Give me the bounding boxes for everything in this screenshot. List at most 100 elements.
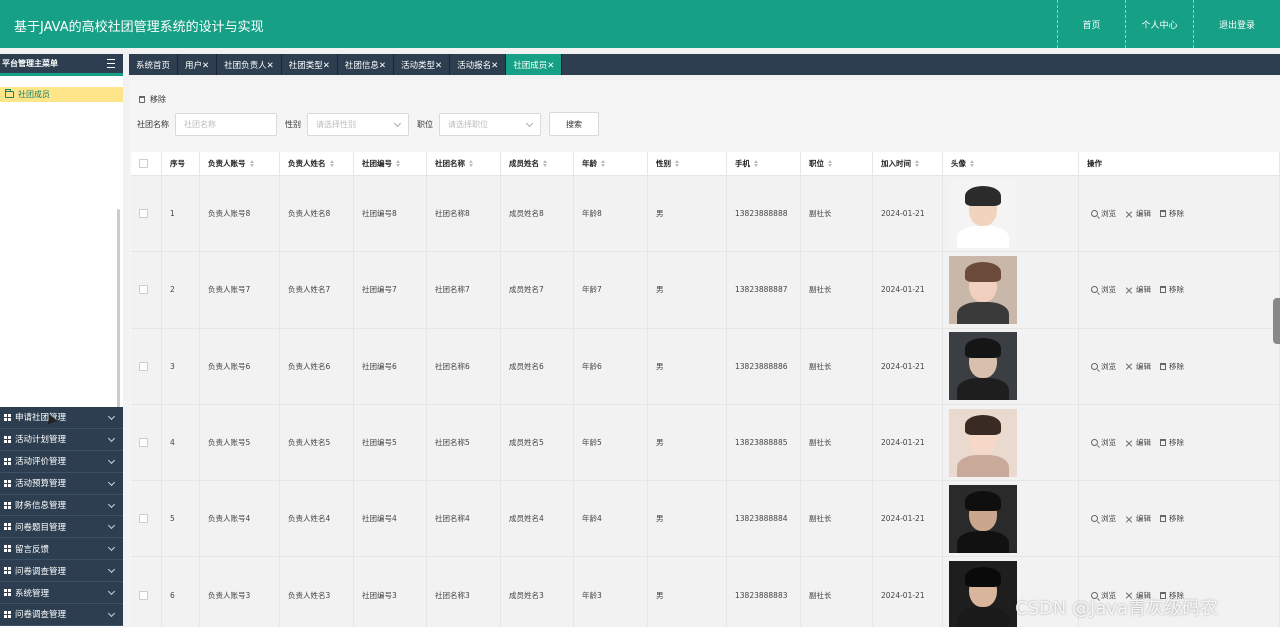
sort-icon[interactable] <box>915 160 920 167</box>
sidebar: 平台管理主菜单 社团成员 申请社团管理 活动计划管理 活动评价管理 活动预算管理 财务信… <box>0 54 123 627</box>
table-cell: 负责人姓名5 <box>280 404 354 481</box>
sort-icon[interactable] <box>754 160 759 167</box>
sidebar-menu-item[interactable]: 活动计划管理 <box>0 428 123 451</box>
row-checkbox[interactable] <box>139 590 148 600</box>
tab-item[interactable]: 系统首页 <box>129 54 179 75</box>
view-button[interactable]: 浏览 <box>1091 208 1116 219</box>
table-row: 4 负责人账号5 负责人姓名5 社团编号5 社团名称5 成员姓名5 年龄5 男 13823888… <box>131 404 1280 482</box>
column-header[interactable]: 手机 <box>727 152 801 175</box>
table-cell: 年龄3 <box>574 557 648 627</box>
edit-button[interactable]: 编辑 <box>1125 208 1151 219</box>
column-header[interactable]: 成员姓名 <box>501 152 574 175</box>
menu-toggle-icon[interactable] <box>104 59 115 68</box>
nav-logout[interactable]: 退出登录 <box>1193 0 1280 48</box>
tab-item[interactable]: 社团信息✕ <box>338 54 395 75</box>
column-header[interactable]: 加入时间 <box>873 152 943 175</box>
row-actions: 浏览 编辑 移除 <box>1079 252 1280 328</box>
row-select-cell <box>131 252 162 328</box>
gender-select[interactable]: 请选择性别 <box>307 112 409 136</box>
column-header[interactable]: 社团名称 <box>427 152 501 175</box>
row-checkbox[interactable] <box>139 438 148 448</box>
sidebar-menu-item[interactable]: 申请社团管理 <box>0 407 123 429</box>
column-header-label: 加入时间 <box>881 159 911 168</box>
tab-item[interactable]: 社团成员✕ <box>506 54 563 75</box>
table-cell: 社团编号6 <box>354 328 427 404</box>
column-header[interactable]: 头像 <box>943 152 1079 175</box>
position-select[interactable]: 请选择职位 <box>439 112 541 136</box>
delete-label: 移除 <box>1169 514 1184 524</box>
sidebar-scrollbar[interactable] <box>117 209 120 414</box>
row-checkbox[interactable] <box>139 361 148 371</box>
tab-item[interactable]: 社团类型✕ <box>282 54 338 75</box>
delete-button[interactable]: 移除 <box>1160 437 1184 448</box>
sidebar-menu-item[interactable]: 留言反馈 <box>0 538 123 561</box>
nav-profile[interactable]: 个人中心 <box>1125 0 1193 48</box>
column-header[interactable]: 性别 <box>648 152 727 175</box>
column-header-label: 社团编号 <box>362 159 392 168</box>
table-cell: 副社长 <box>801 328 873 404</box>
table-cell: 副社长 <box>801 404 873 481</box>
row-checkbox[interactable] <box>139 209 148 219</box>
view-button[interactable]: 浏览 <box>1091 284 1116 295</box>
sort-icon[interactable] <box>828 160 833 167</box>
sort-icon[interactable] <box>675 160 680 167</box>
sort-icon[interactable] <box>601 160 606 167</box>
delete-button[interactable]: 移除 <box>1160 208 1184 219</box>
column-header[interactable]: 负责人姓名 <box>280 152 354 175</box>
tab-item[interactable]: 活动报名✕ <box>450 54 507 75</box>
sidebar-menu-item[interactable]: 问卷调查管理 <box>0 560 123 583</box>
column-header-label: 性别 <box>656 159 671 168</box>
select-all-checkbox[interactable] <box>139 159 148 168</box>
view-button[interactable]: 浏览 <box>1091 513 1116 524</box>
search-button[interactable]: 搜索 <box>549 112 599 136</box>
sort-icon[interactable] <box>970 160 975 167</box>
sidebar-menu-item[interactable]: 问卷题目管理 <box>0 516 123 539</box>
sort-icon[interactable] <box>543 160 548 167</box>
sidebar-menu-item[interactable]: 活动预算管理 <box>0 472 123 495</box>
table-row: 2 负责人账号7 负责人姓名7 社团编号7 社团名称7 成员姓名7 年龄7 男 13823888… <box>131 252 1280 329</box>
scroll-handle[interactable] <box>1273 298 1280 344</box>
row-checkbox[interactable] <box>139 514 148 524</box>
grid-icon <box>4 610 11 618</box>
row-checkbox[interactable] <box>139 285 148 295</box>
table-cell: 社团名称5 <box>427 404 501 481</box>
column-header[interactable]: 社团编号 <box>354 152 427 175</box>
sort-icon[interactable] <box>469 160 474 167</box>
table-cell: 男 <box>648 252 727 328</box>
sidebar-menu-label: 问卷调查管理 <box>15 610 67 621</box>
row-select-cell <box>131 481 162 557</box>
delete-button[interactable]: 移除 <box>1160 284 1184 295</box>
sort-icon[interactable] <box>396 160 401 167</box>
edit-button[interactable]: 编辑 <box>1125 284 1151 295</box>
view-button[interactable]: 浏览 <box>1091 361 1116 372</box>
edit-button[interactable]: 编辑 <box>1125 437 1151 448</box>
sidebar-menu-item[interactable]: 财务信息管理 <box>0 494 123 517</box>
sidebar-menu-item[interactable]: 活动评价管理 <box>0 450 123 473</box>
delete-button[interactable]: 移除 <box>1160 513 1184 524</box>
sidebar-menu-label: 问卷题目管理 <box>15 522 67 533</box>
delete-button[interactable]: 移除 <box>1160 361 1184 372</box>
sidebar-menu-item[interactable]: 问卷调查管理 <box>0 604 123 626</box>
tab-item[interactable]: 社团负责人✕ <box>217 54 282 75</box>
sidebar-menu-item[interactable]: 系统管理 <box>0 582 123 605</box>
tab-item[interactable]: 用户✕ <box>178 54 218 75</box>
sort-icon[interactable] <box>329 160 335 167</box>
table-cell: 负责人账号6 <box>200 328 280 404</box>
edit-button[interactable]: 编辑 <box>1125 513 1151 524</box>
sidebar-menu-label: 申请社团管理 <box>15 413 67 424</box>
column-header[interactable]: 年龄 <box>574 152 648 175</box>
club-name-label: 社团名称 <box>137 119 169 129</box>
sort-icon[interactable] <box>249 160 255 167</box>
column-header[interactable]: 职位 <box>801 152 873 175</box>
column-header[interactable]: 负责人账号 <box>200 152 280 175</box>
tab-item[interactable]: 活动类型✕ <box>394 54 451 75</box>
sidebar-item-club-members[interactable]: 社团成员 <box>0 87 123 102</box>
table-cell: 负责人账号7 <box>200 252 280 328</box>
edit-button[interactable]: 编辑 <box>1125 361 1151 372</box>
club-name-input[interactable]: 社团名称 <box>175 112 277 136</box>
avatar <box>949 484 1017 553</box>
remove-button[interactable]: 移除 <box>139 94 166 105</box>
nav-home[interactable]: 首页 <box>1057 0 1125 48</box>
view-button[interactable]: 浏览 <box>1091 437 1116 448</box>
column-header-label: 负责人账号 <box>208 159 246 168</box>
